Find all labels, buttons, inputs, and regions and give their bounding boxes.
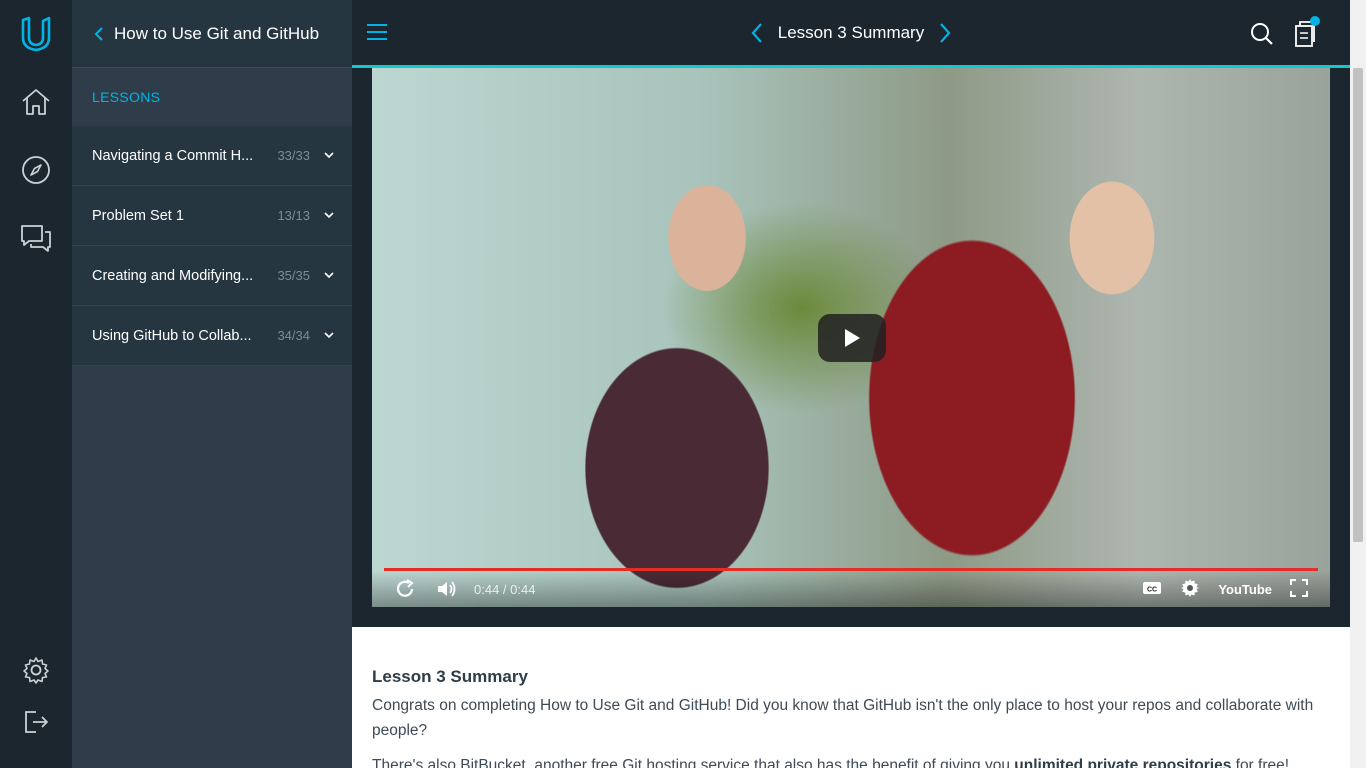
- page-scrollbar[interactable]: [1350, 0, 1366, 768]
- course-header[interactable]: How to Use Git and GitHub: [72, 0, 352, 68]
- settings-gear-icon[interactable]: [1180, 578, 1200, 601]
- video-container: 0:44 / 0:44 CC YouTube: [352, 68, 1350, 627]
- video-time: 0:44 / 0:44: [474, 581, 536, 597]
- lesson-heading: Lesson 3 Summary: [372, 667, 528, 686]
- paragraph-2: There's also BitBucket, another free Git…: [372, 753, 1330, 768]
- lesson-text: Lesson 3 Summary Congrats on completing …: [352, 627, 1350, 768]
- lesson-count: 35/35: [277, 268, 310, 283]
- chevron-down-icon[interactable]: [324, 212, 334, 219]
- scrollbar-thumb[interactable]: [1353, 68, 1363, 542]
- lesson-item[interactable]: Using GitHub to Collab... 34/34: [72, 306, 352, 366]
- lessons-section-label: LESSONS: [92, 89, 161, 105]
- lesson-title: Using GitHub to Collab...: [92, 327, 252, 344]
- paragraph-2-start: There's also BitBucket, another free Git…: [372, 757, 1015, 768]
- logout-icon[interactable]: [18, 704, 54, 740]
- lesson-count: 33/33: [277, 148, 310, 163]
- play-button[interactable]: [818, 314, 886, 362]
- main-content: 0:44 / 0:44 CC YouTube Lesson 3 Summary …: [352, 68, 1350, 768]
- compass-icon[interactable]: [18, 152, 54, 188]
- notes-icon[interactable]: [1294, 16, 1320, 53]
- lesson-nav: Lesson 3 Summary: [352, 0, 1350, 65]
- chevron-down-icon[interactable]: [324, 332, 334, 339]
- udacity-logo-icon[interactable]: [18, 16, 54, 52]
- youtube-logo-text: YouTube: [1218, 581, 1272, 597]
- lesson-title: Creating and Modifying...: [92, 267, 254, 284]
- lesson-item[interactable]: Navigating a Commit H... 33/33: [72, 126, 352, 186]
- paragraph-1: Congrats on completing How to Use Git an…: [372, 697, 1314, 739]
- closed-captions-icon[interactable]: CC: [1142, 580, 1162, 599]
- gear-icon[interactable]: [18, 652, 54, 688]
- lesson-item[interactable]: Problem Set 1 13/13: [72, 186, 352, 246]
- concept-title: Lesson 3 Summary: [777, 22, 925, 42]
- lesson-count: 13/13: [277, 208, 310, 223]
- chevron-down-icon[interactable]: [324, 272, 334, 279]
- paragraph-2-end: for free!: [1231, 757, 1290, 768]
- lesson-title: Problem Set 1: [92, 207, 184, 224]
- home-icon[interactable]: [18, 84, 54, 120]
- youtube-logo[interactable]: YouTube: [1218, 582, 1272, 597]
- search-icon[interactable]: [1250, 22, 1274, 51]
- svg-text:CC: CC: [1147, 586, 1157, 593]
- lesson-item[interactable]: Creating and Modifying... 35/35: [72, 246, 352, 306]
- previous-concept-chevron-icon[interactable]: [750, 22, 764, 44]
- lesson-sidebar: How to Use Git and GitHub LESSONS Naviga…: [72, 0, 352, 768]
- paragraph-2-bold: unlimited private repositories: [1014, 757, 1232, 768]
- volume-icon[interactable]: [436, 579, 458, 599]
- lesson-list: Navigating a Commit H... 33/33 Problem S…: [72, 126, 352, 366]
- chevron-left-icon[interactable]: [94, 26, 104, 42]
- left-rail: [0, 0, 72, 768]
- course-title: How to Use Git and GitHub: [114, 23, 320, 43]
- fullscreen-icon[interactable]: [1290, 578, 1308, 600]
- chat-icon[interactable]: [18, 220, 54, 256]
- top-bar: Lesson 3 Summary: [352, 0, 1350, 68]
- chevron-down-icon[interactable]: [324, 152, 334, 159]
- replay-icon[interactable]: [394, 578, 416, 600]
- next-concept-chevron-icon[interactable]: [938, 22, 952, 44]
- video-player[interactable]: 0:44 / 0:44 CC YouTube: [372, 68, 1330, 607]
- lesson-title: Navigating a Commit H...: [92, 147, 254, 164]
- lesson-count: 34/34: [277, 328, 310, 343]
- notification-dot: [1310, 16, 1320, 26]
- video-controls: 0:44 / 0:44 CC YouTube: [372, 571, 1330, 607]
